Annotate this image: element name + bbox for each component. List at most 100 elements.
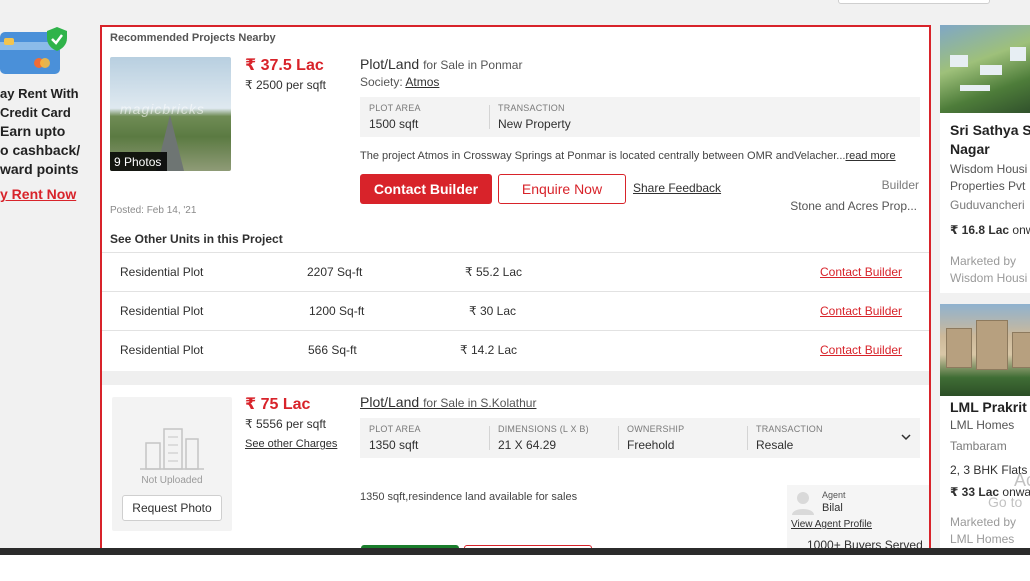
photo-count-badge[interactable]: 9 Photos <box>110 152 168 171</box>
description-text: The project Atmos in Crossway Springs at… <box>360 150 846 162</box>
unit-type: Residential Plot <box>120 265 204 279</box>
project-price: ₹ 16.8 Lac onw <box>950 223 1030 237</box>
posted-date: Posted: Feb 14, '21 <box>110 205 197 216</box>
summary-label: TRANSACTION <box>756 424 823 434</box>
title-sub: for Sale in Ponmar <box>423 58 523 72</box>
society-link[interactable]: Atmos <box>405 75 439 89</box>
request-photo-button[interactable]: Request Photo <box>122 495 222 521</box>
listing-price: ₹ 75 Lac <box>245 396 311 413</box>
summary-value: Freehold <box>627 438 675 452</box>
unit-area: 2207 Sq-ft <box>307 265 363 279</box>
summary-label: OWNERSHIP <box>627 424 685 434</box>
property-photo[interactable]: magicbricks 9 Photos <box>110 57 231 171</box>
summary-item: TRANSACTION Resale <box>756 424 823 452</box>
shield-check-icon <box>47 27 67 51</box>
section-title: Recommended Projects Nearby <box>110 32 276 44</box>
promo-line: ay Rent With <box>0 86 79 101</box>
promo-line: o cashback/ <box>0 142 81 158</box>
agent-label: Agent <box>822 490 846 500</box>
unit-type: Residential Plot <box>120 304 204 318</box>
marketed-by: Marketed by <box>950 515 1017 529</box>
developer-name: LML Homes <box>950 418 1015 432</box>
unit-contact-builder-link[interactable]: Contact Builder <box>820 265 902 279</box>
view-agent-profile-link[interactable]: View Agent Profile <box>791 519 872 530</box>
project-card[interactable]: Sri Sathya S Nagar Wisdom Housi Properti… <box>940 25 1030 293</box>
other-charges-link[interactable]: See other Charges <box>245 438 337 450</box>
unit-price: ₹ 30 Lac <box>469 304 516 318</box>
project-location: Guduvancheri <box>950 198 1025 212</box>
project-title[interactable]: LML Prakrit <box>950 398 1027 417</box>
promo-line: Earn upto <box>0 123 66 139</box>
price-per-sqft: ₹ 5556 per sqft <box>245 417 327 431</box>
summary-label: DIMENSIONS (L X B) <box>498 424 589 434</box>
avatar <box>792 492 814 515</box>
share-feedback-link[interactable]: Share Feedback <box>633 181 721 195</box>
title-main: Plot/Land <box>360 394 420 410</box>
listing-description: 1350 sqft,resindence land available for … <box>360 491 578 503</box>
summary-value: New Property <box>498 117 571 131</box>
marketed-by-name: LML Homes <box>950 532 1015 546</box>
summary-item: DIMENSIONS (L X B) 21 X 64.29 <box>498 424 589 452</box>
other-units-heading: See Other Units in this Project <box>110 232 283 246</box>
summary-label: PLOT AREA <box>369 103 421 113</box>
listing-title[interactable]: Plot/Land for Sale in S.Kolathur <box>360 394 536 410</box>
developer-name: Wisdom Housi <box>950 162 1028 176</box>
unit-price: ₹ 55.2 Lac <box>465 265 523 279</box>
not-uploaded-text: Not Uploaded <box>141 475 203 486</box>
summary-item: OWNERSHIP Freehold <box>627 424 684 452</box>
builder-name[interactable]: Stone and Acres Prop... <box>790 199 917 213</box>
marketed-by: Marketed by <box>950 254 1017 268</box>
society-label: Society: <box>360 75 403 89</box>
promo-line: ward points <box>0 161 79 177</box>
summary-value: Resale <box>756 438 794 452</box>
photo-placeholder: Not Uploaded Request Photo <box>112 397 232 531</box>
society-line: Society: Atmos <box>360 75 439 89</box>
pay-rent-promo: ay Rent With Credit Card Earn upto o cas… <box>0 0 100 560</box>
photo-watermark: magicbricks <box>120 101 205 117</box>
price-suffix: onw <box>1012 223 1030 237</box>
project-image[interactable] <box>940 304 1030 396</box>
summary-item: TRANSACTION New Property <box>498 103 571 131</box>
summary-value: 1350 sqft <box>369 438 419 452</box>
unit-row[interactable]: Residential Plot 566 Sq-ft ₹ 14.2 Lac Co… <box>102 330 929 369</box>
project-image[interactable] <box>940 25 1030 113</box>
summary-item: PLOT AREA 1350 sqft <box>369 424 421 452</box>
summary-label: TRANSACTION <box>498 103 565 113</box>
listing-description: The project Atmos in Crossway Springs at… <box>360 150 896 162</box>
unit-price: ₹ 14.2 Lac <box>460 343 518 357</box>
project-title[interactable]: Nagar <box>950 140 990 159</box>
project-title[interactable]: Sri Sathya S <box>950 121 1030 140</box>
pay-rent-now-link[interactable]: y Rent Now <box>0 186 76 202</box>
title-sub: for Sale in S.Kolathur <box>423 396 537 410</box>
read-more-link[interactable]: read more <box>845 150 895 162</box>
enquire-now-button[interactable]: Enquire Now <box>498 174 626 204</box>
listing-title[interactable]: Plot/Land for Sale in Ponmar <box>360 56 522 72</box>
project-card[interactable]: LML Prakrit LML Homes Tambaram 2, 3 BHK … <box>940 304 1030 554</box>
promo-line: Credit Card <box>0 105 71 120</box>
unit-row[interactable]: Residential Plot 2207 Sq-ft ₹ 55.2 Lac C… <box>102 252 929 291</box>
unit-row[interactable]: Residential Plot 1200 Sq-ft ₹ 30 Lac Con… <box>102 291 929 330</box>
agent-name: Bilal <box>822 502 843 514</box>
chevron-down-icon[interactable] <box>901 434 911 441</box>
listing-summary: PLOT AREA 1500 sqft TRANSACTION New Prop… <box>360 97 920 137</box>
sort-dropdown[interactable] <box>838 0 990 4</box>
unit-type: Residential Plot <box>120 343 204 357</box>
summary-label: PLOT AREA <box>369 424 421 434</box>
buildings-icon <box>140 428 204 470</box>
listing-summary: PLOT AREA 1350 sqft DIMENSIONS (L X B) 2… <box>360 418 920 458</box>
os-activation-watermark: Go to <box>988 494 1023 510</box>
summary-value: 21 X 64.29 <box>498 438 557 452</box>
taskbar-strip <box>0 548 1030 555</box>
recommended-projects-section: Recommended Projects Nearby magicbricks … <box>100 25 931 581</box>
contact-builder-button[interactable]: Contact Builder <box>360 174 492 204</box>
unit-contact-builder-link[interactable]: Contact Builder <box>820 304 902 318</box>
marketed-by-name: Wisdom Housi <box>950 271 1028 285</box>
os-activation-watermark: Activ <box>1014 470 1030 490</box>
unit-area: 1200 Sq-ft <box>309 304 365 318</box>
project-location: Tambaram <box>950 439 1007 453</box>
summary-value: 1500 sqft <box>369 117 419 131</box>
unit-contact-builder-link[interactable]: Contact Builder <box>820 343 902 357</box>
price-per-sqft: ₹ 2500 per sqft <box>245 78 327 92</box>
listing-price: ₹ 37.5 Lac <box>245 57 324 74</box>
developer-name: Properties Pvt <box>950 179 1026 193</box>
